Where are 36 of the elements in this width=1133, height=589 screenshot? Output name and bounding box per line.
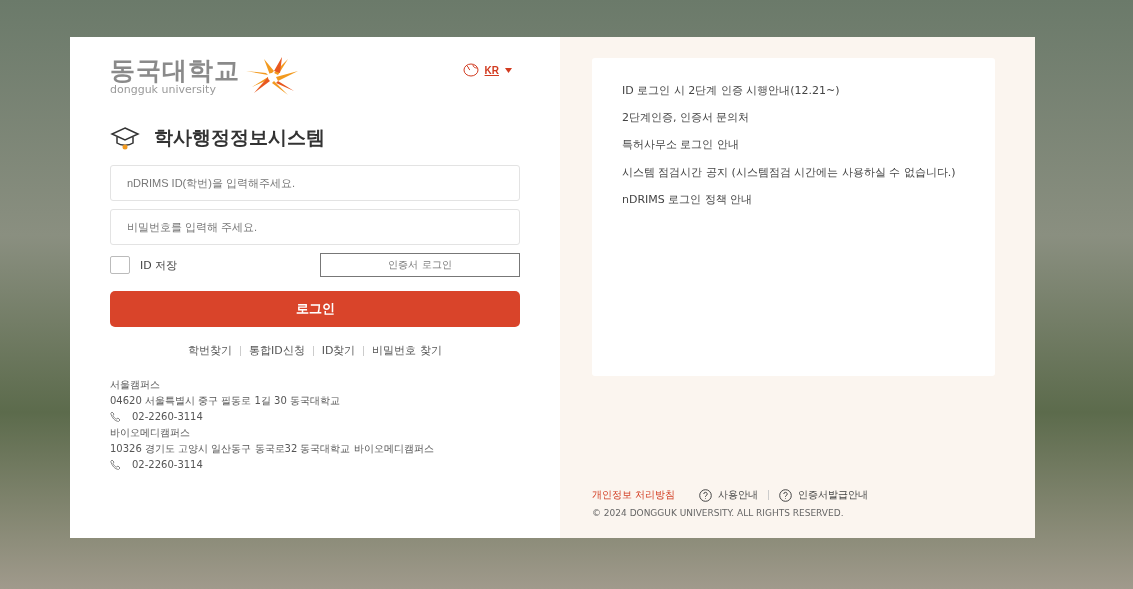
account-link[interactable]: 통합ID신청 xyxy=(249,343,305,358)
copyright-text: © 2024 DONGGUK UNIVERSITY. ALL RIGHTS RESERVED. xyxy=(592,508,845,518)
notice-link[interactable]: 특허사무소 로그인 안내 xyxy=(622,138,965,152)
question-icon xyxy=(779,488,793,502)
phone-icon xyxy=(110,458,122,471)
system-title: 학사행정정보시스템 xyxy=(154,125,325,150)
globe-icon xyxy=(462,63,479,77)
notice-link[interactable]: 2단계인증, 인증서 문의처 xyxy=(622,111,965,125)
phone-number: 02-2260-3114 xyxy=(132,458,203,471)
privacy-policy-link[interactable]: 개인정보 처리방침 xyxy=(592,488,676,502)
account-link[interactable]: ID찾기 xyxy=(321,343,356,358)
save-id-label: ID 저장 xyxy=(140,257,178,273)
question-icon xyxy=(699,488,713,502)
login-button[interactable]: 로그인 xyxy=(110,291,520,327)
help-link[interactable]: 사용안내 xyxy=(699,488,759,502)
help-link[interactable]: 인증서발급안내 xyxy=(779,488,869,502)
logo-name: 동국대학교 xyxy=(110,58,240,83)
graduation-cap-icon xyxy=(110,125,140,151)
save-id-checkbox[interactable] xyxy=(110,256,130,274)
campus-name: 바이오메디캠퍼스 xyxy=(110,426,191,439)
logo-subtitle: dongguk university xyxy=(110,83,216,96)
language-selector[interactable]: KR xyxy=(462,63,512,77)
password-input-field[interactable]: 비밀번호를 입력해 주세요. xyxy=(110,209,520,245)
certificate-login-button[interactable]: 인증서 로그인 xyxy=(320,253,520,277)
campus-address: 04620 서울특별시 중구 필동로 1길 30 동국대학교 xyxy=(110,394,341,407)
account-link[interactable]: 학번찾기 xyxy=(188,343,233,358)
campus-name: 서울캠퍼스 xyxy=(110,378,161,391)
phone-icon xyxy=(110,410,122,423)
caret-icon xyxy=(505,67,512,73)
notice-link[interactable]: 시스템 점검시간 공지 (시스템점검 시간에는 사용하실 수 없습니다.) xyxy=(622,165,965,179)
campus-address: 10326 경기도 고양시 일산동구 동국로32 동국대학교 바이오메디캠퍼스 xyxy=(110,442,435,455)
notice-link[interactable]: ID 로그인 시 2단계 인증 시행안내(12.21~) xyxy=(622,84,965,98)
account-link[interactable]: 비밀번호 찾기 xyxy=(372,343,442,358)
id-input-field[interactable]: nDRIMS ID(학번)을 입력해주세요. xyxy=(110,165,520,201)
notice-link[interactable]: nDRIMS 로그인 정책 안내 xyxy=(622,192,965,206)
phone-number: 02-2260-3114 xyxy=(132,410,203,423)
